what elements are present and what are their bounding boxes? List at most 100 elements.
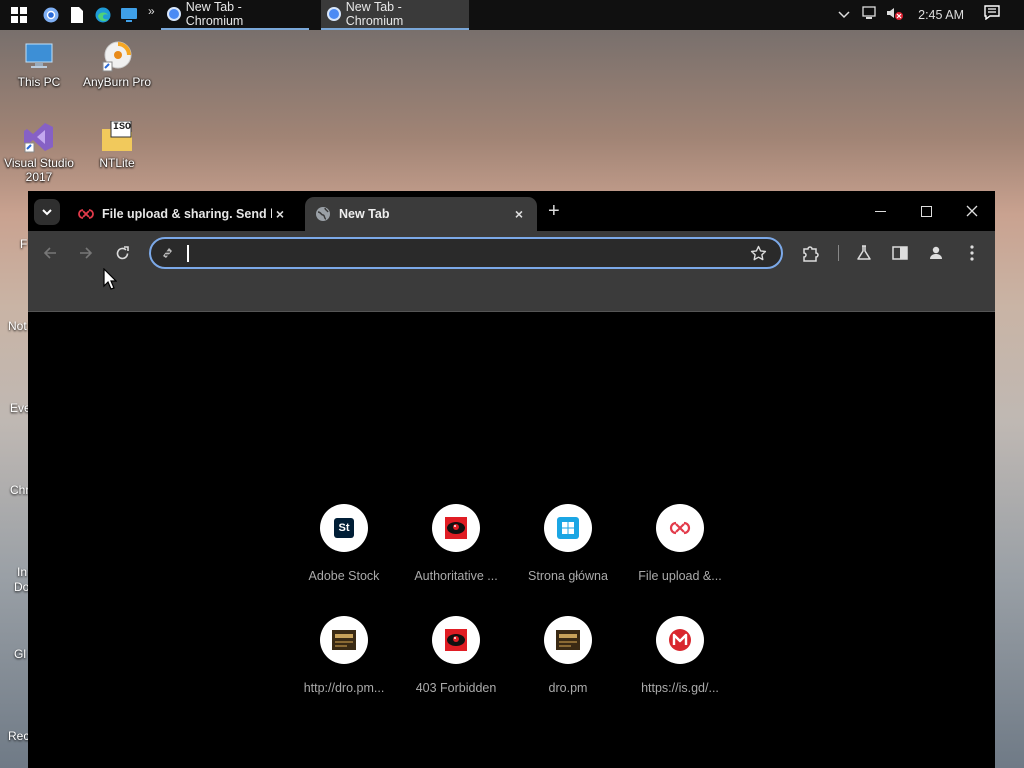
chevron-down-icon [42, 208, 52, 215]
back-button[interactable] [40, 243, 60, 263]
globe-icon [316, 207, 330, 221]
volume-muted-icon[interactable] [886, 6, 904, 25]
shortcut-label: http://dro.pm... [303, 681, 385, 695]
shortcut-tile[interactable]: 403 Forbidden [400, 616, 512, 695]
desktop-icon-label: This PC [17, 75, 61, 89]
tab-search-button[interactable] [34, 199, 60, 225]
desktop-edge-label[interactable]: In [17, 565, 27, 579]
desktop-icon-anyburn[interactable]: AnyBurn Pro [79, 40, 155, 89]
shortcut-label: File upload &... [638, 569, 722, 583]
side-panel-button[interactable] [889, 242, 911, 264]
profile-button[interactable] [925, 242, 947, 264]
mouse-cursor-icon [103, 268, 117, 290]
tab-title: File upload & sharing. Send lar [102, 207, 272, 221]
desktop-icon-label: Visual Studio 2017 [4, 156, 74, 184]
windows-tile-icon [544, 504, 592, 552]
mega-link-icon [656, 504, 704, 552]
arrow-right-icon [80, 247, 93, 259]
computer-icon [23, 40, 55, 72]
clock[interactable]: 2:45 AM [918, 8, 964, 22]
shortcut-tile[interactable]: Strona główna [512, 504, 624, 583]
system-tray: 2:45 AM [838, 0, 1024, 30]
taskbar-task-chromium-2[interactable]: New Tab - Chromium [320, 0, 469, 30]
labs-button[interactable] [853, 242, 875, 264]
taskbar-more-chevron[interactable]: » [148, 4, 155, 18]
dro-pm-icon [320, 616, 368, 664]
mega-link-icon [78, 209, 94, 219]
desktop-edge-label[interactable]: Rec [8, 729, 29, 743]
remote-desktop-icon[interactable] [118, 4, 140, 26]
shortcut-label: Strona główna [528, 569, 608, 583]
forward-button[interactable] [76, 243, 96, 263]
taskbar-task-chromium-1[interactable]: New Tab - Chromium [160, 0, 309, 30]
chromium-icon [326, 7, 341, 21]
desktop-edge-label[interactable]: F [20, 237, 27, 251]
reload-icon [116, 245, 129, 259]
desktop-edge-label[interactable]: Gl [14, 647, 26, 661]
shortcut-tile[interactable]: File upload &... [624, 504, 736, 583]
maximize-icon [920, 205, 932, 217]
shortcut-label: Adobe Stock [308, 569, 380, 583]
desktop-icon-ntlite[interactable]: ISO NTLite [79, 120, 155, 170]
dro-pm-icon [544, 616, 592, 664]
shortcut-label: 403 Forbidden [415, 681, 497, 695]
chromium-taskbar-icon[interactable] [40, 4, 62, 26]
mega-icon [656, 616, 704, 664]
star-icon[interactable] [750, 245, 767, 262]
browser-window: File upload & sharing. Send lar × New Ta… [28, 191, 995, 768]
shortcut-tile[interactable]: dro.pm [512, 616, 624, 695]
edge-icon[interactable] [92, 4, 114, 26]
person-icon [930, 246, 942, 259]
tab-file-upload[interactable]: File upload & sharing. Send lar × [68, 197, 298, 231]
close-window-button[interactable] [949, 191, 995, 231]
desktop-edge-label[interactable]: Not [8, 319, 27, 333]
taskbar-task-label: New Tab - Chromium [345, 0, 404, 28]
desktop-edge-label[interactable]: Chr [10, 483, 29, 497]
arrow-left-icon [43, 247, 56, 259]
windows-icon [11, 7, 27, 23]
notifications-icon[interactable] [984, 5, 1000, 25]
shortcut-tile[interactable]: http://dro.pm... [288, 616, 400, 695]
desktop-icon-label: AnyBurn Pro [82, 75, 152, 89]
reload-button[interactable] [112, 243, 132, 263]
file-icon[interactable] [66, 4, 88, 26]
toolbar-divider [838, 245, 839, 261]
address-input[interactable] [187, 243, 751, 265]
chevron-up-icon[interactable] [838, 6, 850, 24]
iso-folder-icon: ISO [101, 120, 133, 153]
desktop-icon-label: NTLite [99, 156, 135, 170]
red-eye-icon [432, 504, 480, 552]
adobe-stock-icon: St [320, 504, 368, 552]
visual-studio-icon [23, 121, 55, 153]
new-tab-page: St Adobe Stock Authoritative ... Strona … [28, 312, 995, 768]
taskbar: » New Tab - Chromium New Tab - Chromium … [0, 0, 1024, 30]
close-icon [966, 205, 978, 217]
desktop-icon-visual-studio[interactable]: Visual Studio 2017 [1, 121, 77, 184]
extensions-button[interactable] [800, 242, 822, 264]
shortcut-label: Authoritative ... [414, 569, 498, 583]
desktop-icon-this-pc[interactable]: This PC [1, 40, 77, 89]
shortcut-tile[interactable]: https://is.gd/... [624, 616, 736, 695]
menu-button[interactable] [961, 242, 983, 264]
minimize-icon [874, 210, 886, 212]
start-button[interactable] [8, 4, 30, 26]
network-icon[interactable] [862, 5, 878, 25]
bookmarks-bar [28, 275, 995, 312]
maximize-button[interactable] [903, 191, 949, 231]
address-bar[interactable] [149, 237, 783, 269]
new-tab-button[interactable]: + [548, 201, 560, 221]
minimize-button[interactable] [857, 191, 903, 231]
shortcut-tile[interactable]: Authoritative ... [400, 504, 512, 583]
tab-close-button[interactable]: × [511, 206, 527, 222]
shortcut-tile[interactable]: St Adobe Stock [288, 504, 400, 583]
shortcut-label: dro.pm [548, 681, 588, 695]
tab-title: New Tab [339, 207, 390, 221]
more-vert-icon [970, 245, 974, 261]
side-panel-icon [892, 246, 908, 260]
shortcut-label: https://is.gd/... [641, 681, 719, 695]
tab-new-tab[interactable]: New Tab × [305, 197, 537, 231]
tab-close-button[interactable]: × [272, 206, 288, 222]
iso-label: ISO [113, 122, 132, 133]
toolbar [28, 231, 995, 275]
search-engine-icon [163, 248, 172, 258]
